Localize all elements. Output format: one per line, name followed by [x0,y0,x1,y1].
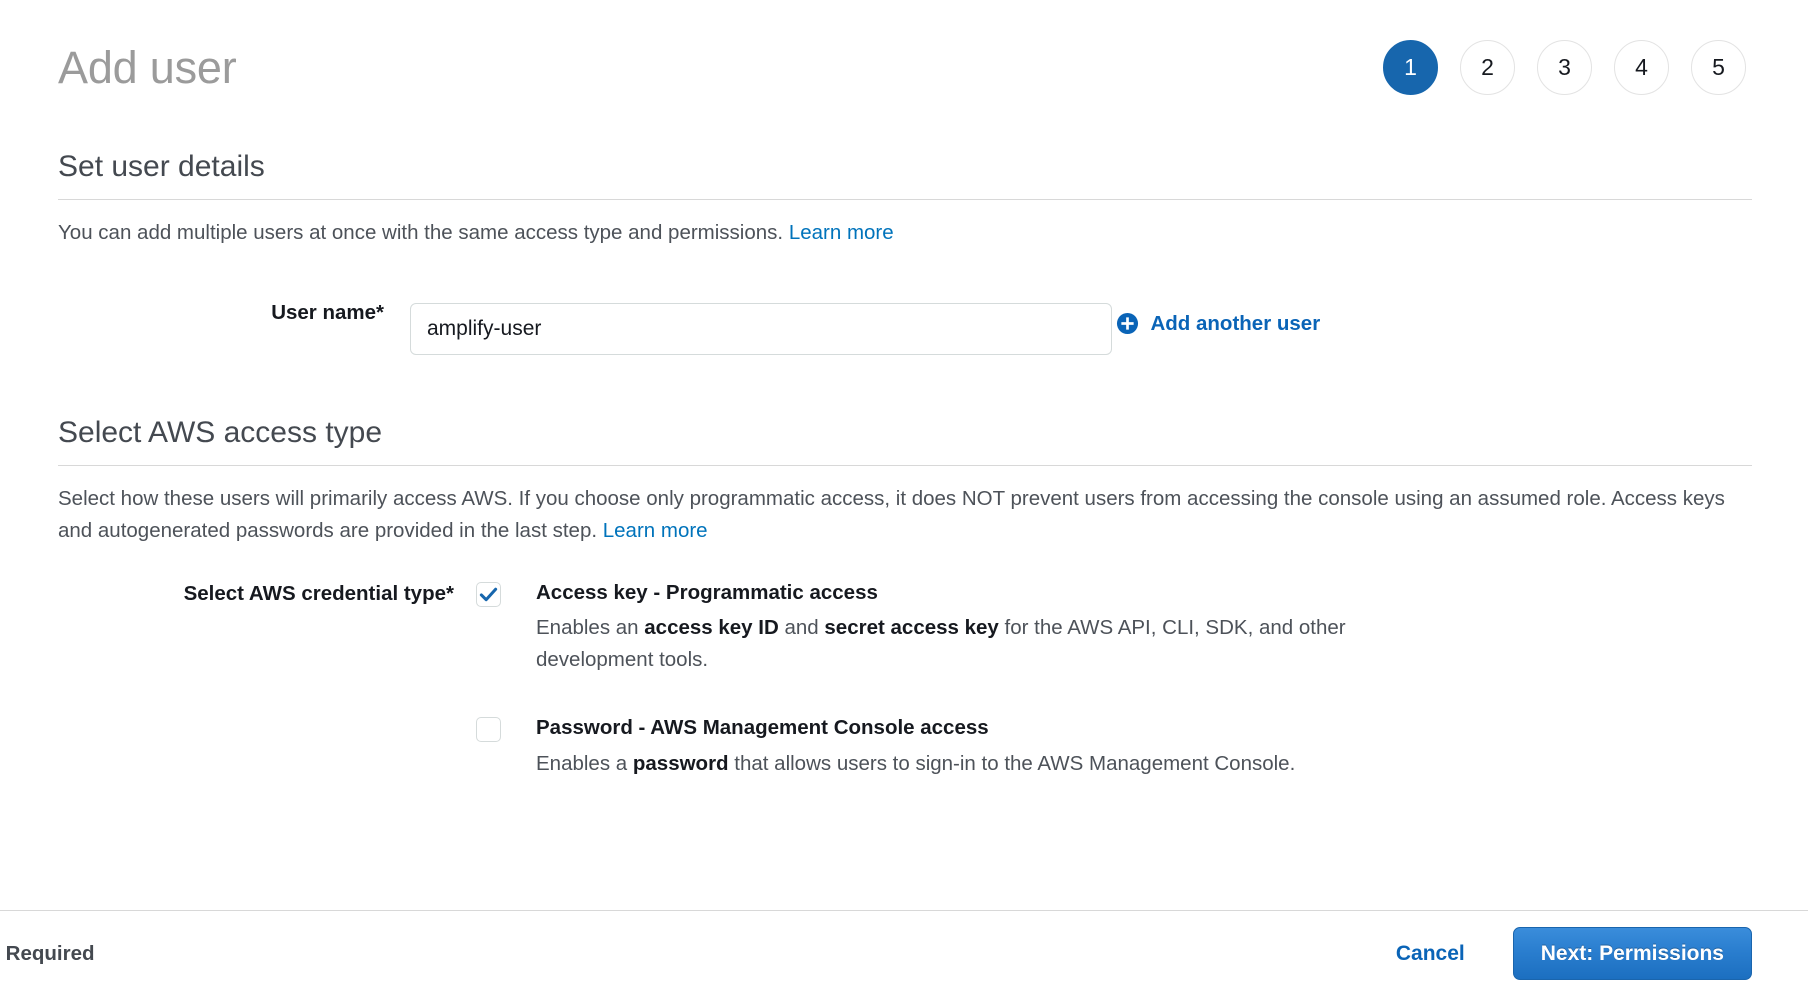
password-text: Password - AWS Management Console access… [536,715,1295,779]
access-key-checkbox[interactable] [476,581,501,607]
access-key-description: Enables an access key ID and secret acce… [536,612,1346,676]
access-key-desc-part1: Enables an [536,616,645,640]
option-access-key: Access key - Programmatic access Enables… [476,580,1752,676]
access-key-title: Access key - Programmatic access [536,580,878,604]
password-checkbox[interactable] [476,716,501,742]
password-title: Password - AWS Management Console access [536,715,989,739]
step-indicator-4[interactable]: 4 [1614,39,1669,95]
user-name-input[interactable] [410,303,1112,356]
learn-more-link-access-type[interactable]: Learn more [603,519,708,542]
wizard-footer: * Required Cancel Next: Permissions [0,910,1808,996]
credential-type-options: Access key - Programmatic access Enables… [476,580,1752,780]
learn-more-link-user-details[interactable]: Learn more [789,221,894,244]
section-divider-user-details [58,199,1752,200]
step-indicator-2[interactable]: 2 [1460,39,1515,95]
password-desc-part1: Enables a [536,751,633,775]
user-name-control: Add another user [410,288,1752,356]
plus-circle-icon [1117,313,1139,335]
required-note: * Required [0,941,95,965]
access-key-text: Access key - Programmatic access Enables… [536,580,1346,676]
add-another-user-button[interactable]: Add another user [1116,312,1320,336]
footer-actions: Cancel Next: Permissions [1396,927,1752,980]
credential-type-label: Select AWS credential type* [183,581,454,605]
wizard-content: Set user details You can add multiple us… [0,149,1808,779]
step-indicator: 1 2 3 4 5 [1383,39,1752,95]
section-divider-access-type [58,465,1752,467]
access-type-description-text: Select how these users will primarily ac… [58,487,1725,543]
access-key-desc-bold2: secret access key [824,616,999,640]
access-key-desc-part2: and [778,616,825,640]
select-access-type-heading: Select AWS access type [58,416,383,450]
add-another-user-label: Add another user [1150,311,1321,335]
page-title: Add user [58,41,237,93]
password-desc-part2: that allows users to sign-in to the AWS … [728,751,1296,775]
user-name-row: User name* Add another user [58,288,1752,356]
checkmark-icon [479,587,498,602]
access-key-desc-bold1: access key ID [644,616,779,640]
password-desc-bold1: password [632,751,729,775]
user-details-description-text: You can add multiple users at once with … [58,221,784,244]
step-indicator-1[interactable]: 1 [1383,39,1438,95]
password-description: Enables a password that allows users to … [536,748,1295,780]
cancel-button[interactable]: Cancel [1396,942,1465,966]
user-details-description: You can add multiple users at once with … [58,217,1752,249]
credential-type-row: Select AWS credential type* Access key -… [58,580,1752,780]
add-user-wizard-page: Add user 1 2 3 4 5 Set user details You … [0,0,1808,996]
wizard-header: Add user 1 2 3 4 5 [0,0,1808,112]
step-indicator-5[interactable]: 5 [1691,39,1746,95]
step-indicator-3[interactable]: 3 [1537,39,1592,95]
next-permissions-button[interactable]: Next: Permissions [1512,927,1752,980]
option-password: Password - AWS Management Console access… [476,715,1752,779]
user-name-label: User name* [271,300,384,324]
set-user-details-heading: Set user details [58,150,265,183]
access-type-description: Select how these users will primarily ac… [58,483,1752,547]
